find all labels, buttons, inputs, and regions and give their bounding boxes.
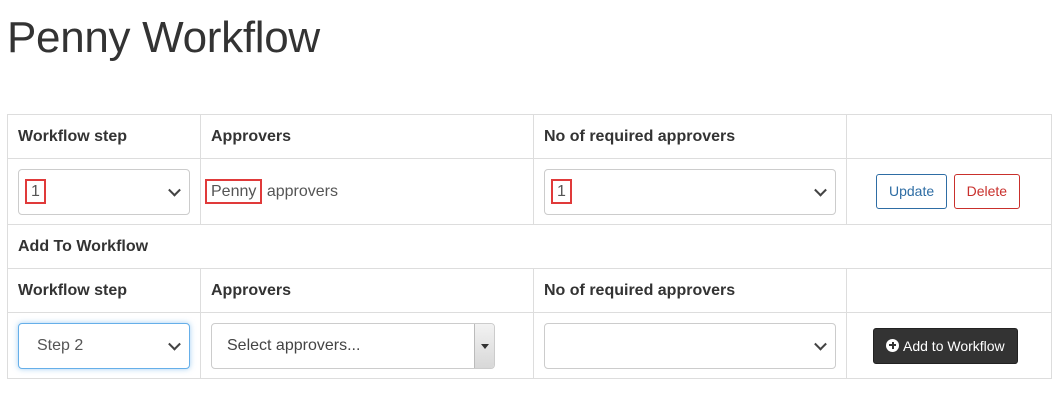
table-row: 1 Penny approvers 1 Update Delete [7, 158, 1052, 225]
approver-group-suffix: approvers [262, 182, 338, 200]
header-required-approvers: No of required approvers [533, 268, 847, 313]
approvers-placeholder: Select approvers... [227, 336, 361, 354]
approver-name: Penny [205, 178, 263, 204]
add-row: Step 2 Select approvers... Add to Workfl… [7, 312, 1052, 379]
chevron-down-icon [168, 337, 181, 351]
add-header-row: Workflow step Approvers No of required a… [7, 268, 1052, 313]
new-workflow-step-select[interactable]: Step 2 [18, 322, 190, 369]
table-header-row: Workflow step Approvers No of required a… [7, 114, 1052, 159]
update-button[interactable]: Update [876, 174, 948, 209]
add-to-workflow-button[interactable]: Add to Workflow [873, 327, 1018, 364]
new-required-approvers-select[interactable] [544, 322, 836, 369]
header-actions [846, 268, 1052, 313]
chevron-down-icon [814, 183, 827, 197]
header-required-approvers: No of required approvers [533, 114, 847, 159]
header-workflow-step: Workflow step [7, 114, 201, 159]
header-actions [846, 114, 1052, 159]
add-to-workflow-label: Add to Workflow [903, 337, 1005, 354]
dropdown-arrow-icon [474, 323, 494, 368]
workflow-table: Workflow step Approvers No of required a… [7, 114, 1052, 379]
add-section-row: Add To Workflow [7, 224, 1052, 269]
required-value: 1 [551, 178, 572, 204]
chevron-down-icon [168, 183, 181, 197]
new-step-value: Step 2 [37, 336, 84, 354]
header-approvers: Approvers [200, 114, 534, 159]
required-approvers-select[interactable]: 1 [544, 168, 836, 215]
header-workflow-step: Workflow step [7, 268, 201, 313]
workflow-step-select[interactable]: 1 [18, 168, 190, 215]
delete-button[interactable]: Delete [953, 174, 1021, 209]
plus-circle-icon [886, 338, 899, 352]
chevron-down-icon [814, 337, 827, 351]
approvers-select[interactable]: Select approvers... [211, 322, 495, 369]
add-section-title: Add To Workflow [7, 224, 1052, 269]
page-title: Penny Workflow [7, 13, 320, 62]
approvers-value: Penny approvers [205, 178, 338, 204]
header-approvers: Approvers [200, 268, 534, 313]
step-value: 1 [25, 178, 46, 204]
